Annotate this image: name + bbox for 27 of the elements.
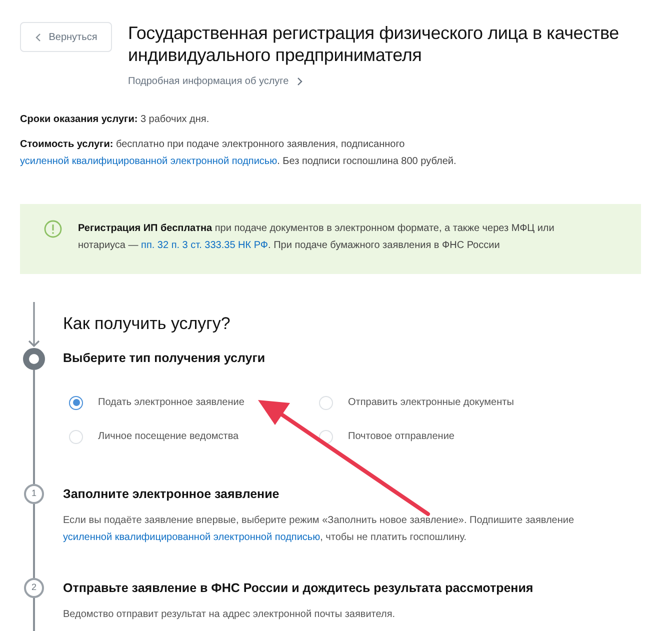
radio-option[interactable]: Личное посещение ведомства <box>69 429 319 444</box>
step-title: Выберите тип получения услуги <box>63 351 266 366</box>
step-marker <box>23 348 45 370</box>
notice-text: Регистрация ИП бесплатна при подаче документов в электронном формате, а также через МФЦ или нотариуса — пп. 32 п. 3 ст. 333.35 НК РФ. При подаче бумажного заявления в ФНС России <box>78 222 556 253</box>
radio-option[interactable]: Подать электронное заявление <box>69 395 319 410</box>
details-link[interactable]: Подробная информация об услуге <box>128 74 303 89</box>
info-text: Сроки оказания услуги: 3 рабочих дня. <box>20 113 210 127</box>
radio-option[interactable]: Почтовое отправление <box>319 429 569 444</box>
chevron-right-icon <box>296 77 303 86</box>
step-number: 1 <box>24 484 44 504</box>
step-description: Ведомство отправит результат на адрес электронной почты заявителя. <box>63 608 396 622</box>
link[interactable]: усиленной квалифицированной электронной подписью <box>20 156 278 167</box>
step-title: Заполните электронное заявление <box>63 487 280 502</box>
step-title: Отправьте заявление в ФНС России и дождитесь результата рассмотрения <box>63 581 534 596</box>
down-arrow-icon <box>28 302 40 348</box>
chevron-left-icon <box>34 32 41 42</box>
exclamation-icon <box>44 220 62 238</box>
page-title: Государственная регистрация физического лица в качестве индивидуального предпринимателя <box>128 22 620 66</box>
info-text: Стоимость услуги: бесплатно при подаче электронного заявления, подписанного усиленной квалифицированной электронной подписью. Без подписи госпошлина 800 рублей. <box>20 138 458 169</box>
section-heading: Как получить услугу? <box>63 313 230 335</box>
link[interactable]: усиленной квалифицированной электронной подписью <box>63 532 320 543</box>
step-number: 2 <box>24 578 44 598</box>
back-button[interactable]: Вернуться <box>20 22 112 52</box>
radio-option[interactable]: Отправить электронные документы <box>319 395 569 410</box>
radio-button[interactable] <box>69 396 83 410</box>
link[interactable]: пп. 32 п. 3 ст. 333.35 НК РФ <box>141 240 268 251</box>
step-description: Если вы подаёте заявление впервые, выберите режим «Заполнить новое заявление». Подпишите заявление усиленной квалифицированной электронной подписью, чтобы не платить госпошлину. <box>63 514 576 545</box>
